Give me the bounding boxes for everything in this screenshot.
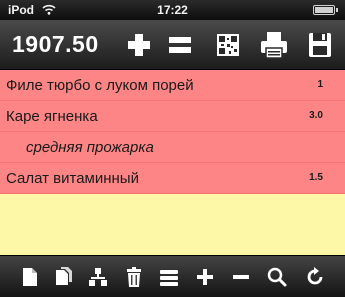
hierarchy-icon — [89, 268, 107, 286]
refresh-icon — [307, 267, 323, 285]
list-icon — [160, 270, 178, 286]
item-name: Каре ягненка — [6, 108, 98, 125]
top-toolbar: 1907.50 — [0, 20, 345, 70]
trash-icon — [127, 267, 141, 287]
copy-document-button[interactable] — [52, 265, 76, 289]
search-button[interactable] — [265, 265, 289, 289]
delete-button[interactable] — [122, 265, 146, 289]
item-quantity: 1 — [317, 79, 323, 90]
documents-icon — [56, 267, 72, 285]
hierarchy-button[interactable] — [86, 265, 110, 289]
item-modifier[interactable]: средняя прожарка — [0, 132, 345, 163]
search-icon — [267, 267, 287, 287]
order-item[interactable]: Салат витаминный 1.5 — [0, 163, 345, 194]
refresh-button[interactable] — [303, 265, 327, 289]
item-name: Салат витаминный — [6, 170, 139, 187]
save-button[interactable] — [303, 29, 337, 61]
bottom-toolbar — [0, 255, 345, 297]
item-name: Филе тюрбо с луком порей — [6, 77, 194, 94]
status-bar: iPod 17:22 — [0, 0, 345, 20]
new-document-button[interactable] — [18, 265, 42, 289]
qr-code-icon — [217, 34, 239, 56]
order-item[interactable]: Каре ягненка 3.0 — [0, 101, 345, 132]
print-button[interactable] — [257, 29, 291, 61]
item-quantity: 1.5 — [309, 172, 323, 183]
minus-icon — [233, 275, 249, 279]
qr-code-button[interactable] — [211, 29, 245, 61]
document-icon — [23, 268, 37, 286]
clock: 17:22 — [157, 3, 188, 17]
plus-icon — [197, 269, 213, 285]
order-item[interactable]: Филе тюрбо с луком порей 1 — [0, 70, 345, 101]
floppy-disk-icon — [309, 33, 331, 57]
printer-icon — [261, 32, 287, 59]
item-note: средняя прожарка — [26, 139, 154, 156]
empty-list-area[interactable] — [0, 194, 345, 255]
list-button[interactable] — [157, 265, 181, 289]
plus-icon — [128, 34, 150, 56]
order-list: Филе тюрбо с луком порей 1 Каре ягненка … — [0, 70, 345, 255]
battery-icon — [313, 5, 338, 15]
equals-icon — [169, 37, 191, 53]
order-total: 1907.50 — [12, 31, 99, 57]
increase-button[interactable] — [193, 265, 217, 289]
item-quantity: 3.0 — [309, 110, 323, 121]
decrease-button[interactable] — [229, 265, 253, 289]
equals-button[interactable] — [163, 29, 197, 61]
add-button[interactable] — [122, 29, 156, 61]
